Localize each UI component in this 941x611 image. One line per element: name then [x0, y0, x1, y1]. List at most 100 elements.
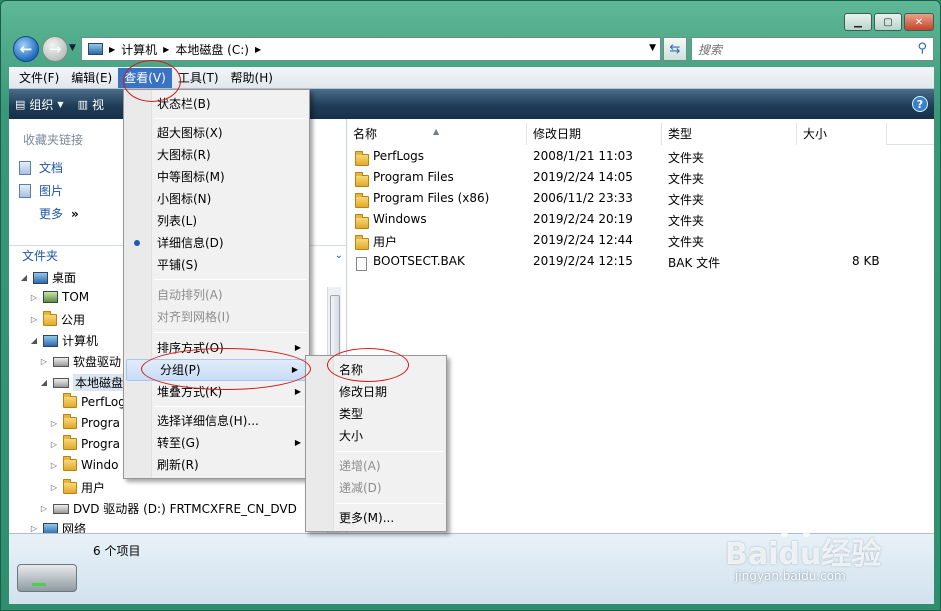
collapsed-icon[interactable]: ▷ [49, 483, 59, 492]
tree-item-desktop[interactable]: ◢ 桌面 [19, 269, 76, 286]
tree-item-program-files-x86[interactable]: ▷ Progra [49, 435, 120, 451]
expanded-icon[interactable]: ◢ [39, 378, 49, 387]
tree-item-dvd[interactable]: ▷ DVD 驱动器 (D:) FRTMCXFRE_CN_DVD [39, 500, 297, 517]
file-row[interactable]: Windows 2019/2/24 20:19 文件夹 [347, 209, 934, 230]
tree-item-tom[interactable]: ▷ TOM [29, 290, 89, 304]
collapsed-icon[interactable]: ▷ [39, 504, 49, 513]
tree-item-computer[interactable]: ◢ 计算机 [29, 332, 98, 349]
menu-help[interactable]: 帮助(H) [225, 68, 279, 88]
view-menu-status-bar[interactable]: 状态栏(B) [124, 93, 309, 115]
help-icon[interactable]: ? [912, 96, 928, 112]
breadcrumb-separator-icon[interactable]: ▶ [163, 45, 169, 54]
view-menu-sort-by[interactable]: 排序方式(O) ▶ [124, 337, 309, 359]
collapsed-icon[interactable]: ▷ [39, 357, 49, 366]
view-menu-tiles[interactable]: 平铺(S) [124, 254, 309, 276]
expanded-icon[interactable]: ◢ [19, 273, 29, 282]
file-type: BAK 文件 [668, 256, 721, 270]
dvd-drive-icon [53, 503, 69, 514]
group-by-size[interactable]: 大小 [306, 425, 446, 447]
menu-edit[interactable]: 编辑(E) [65, 68, 118, 88]
breadcrumb-separator-icon[interactable]: ▶ [255, 45, 261, 54]
menu-separator [336, 451, 444, 452]
view-menu-choose-details[interactable]: 选择详细信息(H)... [124, 410, 309, 432]
breadcrumb-local-disk[interactable]: 本地磁盘 (C:) [175, 41, 249, 58]
tree-label: 软盘驱动 [73, 355, 122, 369]
favorite-pictures[interactable]: 图片 [19, 182, 63, 199]
double-chevron-right-icon: » [71, 206, 79, 221]
column-type[interactable]: 类型 [662, 123, 797, 145]
back-arrow-icon: ← [19, 40, 33, 58]
tree-item-users[interactable]: ▷ 用户 [49, 478, 105, 496]
file-name: Program Files (x86) [373, 191, 490, 205]
view-menu-details[interactable]: 详细信息(D) [124, 232, 309, 254]
collapsed-icon[interactable]: ▷ [29, 524, 39, 533]
address-bar[interactable]: ▶ 计算机 ▶ 本地磁盘 (C:) ▶ ▼ [81, 37, 661, 61]
view-menu-list[interactable]: 列表(L) [124, 210, 309, 232]
navigation-bar: ← → ▼ ▶ 计算机 ▶ 本地磁盘 (C:) ▶ ▼ ⇆ 搜索 ⚲ [9, 33, 934, 63]
file-row[interactable]: 用户 2019/2/24 12:44 文件夹 [347, 230, 934, 251]
group-by-name[interactable]: 名称 [306, 359, 446, 381]
collapsed-icon[interactable]: ▷ [49, 440, 59, 449]
view-menu-extra-large-icons[interactable]: 超大图标(X) [124, 122, 309, 144]
maximize-button[interactable]: ▢ [874, 13, 902, 31]
file-type: 文件夹 [668, 214, 705, 228]
search-icon[interactable]: ⚲ [917, 41, 927, 56]
expanded-icon[interactable]: ◢ [29, 336, 39, 345]
column-date-modified[interactable]: 修改日期 [527, 123, 662, 145]
breadcrumb-separator-icon[interactable]: ▶ [109, 45, 115, 54]
forward-button[interactable]: → [42, 36, 68, 62]
favorite-label: 文档 [39, 161, 64, 175]
watermark-logo: Baidu经验 [725, 537, 882, 572]
group-by-more[interactable]: 更多(M)... [306, 507, 446, 529]
tree-item-program-files[interactable]: ▷ Progra [49, 414, 120, 430]
file-row[interactable]: Program Files (x86) 2006/11/2 23:33 文件夹 [347, 188, 934, 209]
favorite-more[interactable]: 更多 » [39, 205, 79, 222]
file-row[interactable]: BOOTSECT.BAK 2019/2/24 12:15 BAK 文件 8 KB [347, 251, 934, 272]
file-date: 2019/2/24 20:19 [533, 212, 633, 226]
tree-item-local-disk[interactable]: ◢ 本地磁盘 [39, 374, 126, 391]
view-menu-go-to[interactable]: 转至(G) ▶ [124, 432, 309, 454]
view-menu-refresh[interactable]: 刷新(R) [124, 454, 309, 476]
view-menu-stack-by[interactable]: 堆叠方式(K) ▶ [124, 381, 309, 403]
close-button[interactable]: ✕ [904, 13, 934, 31]
tree-item-network[interactable]: ▷ 网络 [29, 520, 86, 533]
collapsed-icon[interactable]: ▷ [49, 461, 59, 470]
group-by-type[interactable]: 类型 [306, 403, 446, 425]
user-folder-icon [43, 291, 58, 303]
tree-item-perflogs[interactable]: PerfLogs [49, 393, 132, 409]
group-by-date-modified[interactable]: 修改日期 [306, 381, 446, 403]
refresh-button[interactable]: ⇆ [663, 37, 687, 61]
collapsed-icon[interactable]: ▷ [49, 419, 59, 428]
folder-icon [355, 151, 369, 166]
history-dropdown-icon[interactable]: ▼ [69, 43, 76, 53]
menu-tools[interactable]: 工具(T) [172, 68, 225, 88]
view-menu-group-by[interactable]: 分组(P) ▶ [126, 359, 307, 381]
tree-item-floppy[interactable]: ▷ 软盘驱动 [39, 353, 121, 370]
breadcrumb-computer[interactable]: 计算机 [121, 41, 157, 58]
menu-separator [154, 118, 307, 119]
file-row[interactable]: Program Files 2019/2/24 14:05 文件夹 [347, 167, 934, 188]
favorite-documents[interactable]: 文档 [19, 159, 63, 176]
search-input[interactable]: 搜索 ⚲ [691, 37, 934, 61]
organize-button[interactable]: ▤ 组织 ▼ [15, 96, 64, 113]
collapsed-icon[interactable]: ▷ [29, 315, 39, 324]
file-date: 2006/11/2 23:33 [533, 191, 633, 205]
menu-view[interactable]: 查看(V) [118, 67, 172, 88]
column-name[interactable]: 名称 ▲ [347, 123, 527, 145]
tree-label: TOM [62, 290, 90, 304]
address-dropdown-icon[interactable]: ▼ [649, 43, 656, 53]
menu-label: 排序方式(O) [157, 341, 224, 355]
file-row[interactable]: PerfLogs 2008/1/21 11:03 文件夹 [347, 146, 934, 167]
column-size[interactable]: 大小 [797, 123, 887, 145]
folder-icon [355, 214, 369, 229]
menu-file[interactable]: 文件(F) [13, 68, 65, 88]
minimize-button[interactable]: ▁ [844, 13, 872, 31]
tree-item-windows[interactable]: ▷ Windo [49, 456, 119, 472]
view-menu-medium-icons[interactable]: 中等图标(M) [124, 166, 309, 188]
views-button[interactable]: ▥ 视 [78, 96, 104, 113]
view-menu-small-icons[interactable]: 小图标(N) [124, 188, 309, 210]
tree-item-public[interactable]: ▷ 公用 [29, 310, 85, 328]
view-menu-large-icons[interactable]: 大图标(R) [124, 144, 309, 166]
collapsed-icon[interactable]: ▷ [29, 293, 39, 302]
back-button[interactable]: ← [13, 36, 39, 62]
